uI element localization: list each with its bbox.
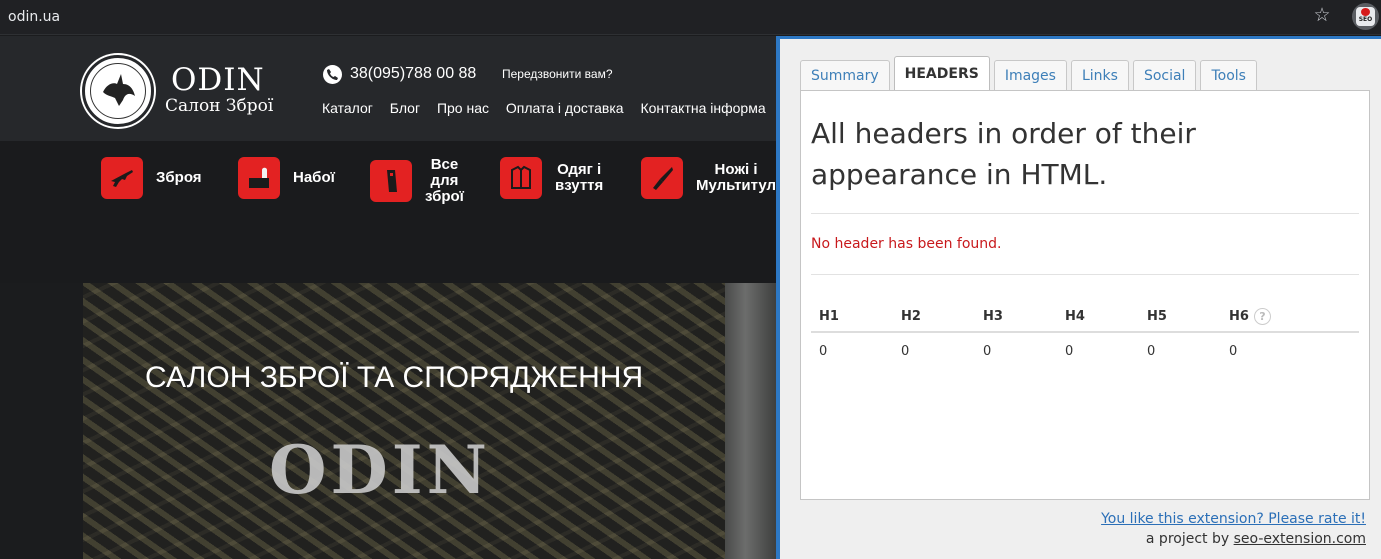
tab-social[interactable]: Social <box>1132 60 1197 90</box>
category-label-line: Все <box>430 156 459 173</box>
magazine-icon <box>370 160 412 202</box>
tab-links[interactable]: Links <box>1070 60 1129 90</box>
seo-extension-icon: SEO <box>1356 7 1375 26</box>
hero-logo-text: ODIN <box>269 431 491 509</box>
column-h1: H1 <box>811 302 893 333</box>
table-header-row: H1 H2 H3 H4 H5 H6? <box>811 302 1359 333</box>
column-h2: H2 <box>893 302 975 333</box>
column-h5: H5 <box>1139 302 1221 333</box>
main-nav: Каталог Блог Про нас Оплата і доставка К… <box>322 100 779 116</box>
tab-summary[interactable]: Summary <box>800 60 890 90</box>
project-credit: a project by seo-extension.com <box>1146 531 1366 547</box>
category-label: Зброя <box>156 169 202 186</box>
clothing-icon <box>500 157 542 199</box>
rifle-icon <box>101 157 143 199</box>
tab-bar: Summary HEADERS Images Links Social Tool… <box>800 56 1261 90</box>
star-icon[interactable]: ☆ <box>1311 5 1333 27</box>
help-icon[interactable]: ? <box>1253 308 1271 325</box>
count-h5: 0 <box>1147 343 1156 359</box>
category-label: Одяг і взуття <box>555 162 603 194</box>
nav-item-about[interactable]: Про нас <box>437 100 489 116</box>
category-bar: Зброя Набої Все для зброї Одяг і взуття … <box>0 141 776 283</box>
count-h6: 0 <box>1229 343 1238 359</box>
nav-item-payment-delivery[interactable]: Оплата і доставка <box>506 100 624 116</box>
category-accessories[interactable]: Все для зброї <box>370 157 464 205</box>
nav-item-contacts[interactable]: Контактна інформа <box>640 100 765 116</box>
count-h2: 0 <box>901 343 910 359</box>
column-h4: H4 <box>1057 302 1139 333</box>
category-label-line: Мультитул <box>696 177 777 194</box>
seo-extension-label: SEO <box>1358 16 1373 23</box>
category-label-line: взуття <box>555 177 604 194</box>
seo-extension-panel: Summary HEADERS Images Links Social Tool… <box>776 36 1381 559</box>
category-ammo[interactable]: Набої <box>238 157 335 199</box>
headers-content: All headers in order of their appearance… <box>800 90 1370 500</box>
project-prefix: a project by <box>1145 531 1230 547</box>
hero-background-image <box>83 283 776 559</box>
category-label: Все для зброї <box>425 157 464 205</box>
hero-side-image <box>725 283 776 559</box>
category-label-line: для <box>430 172 459 189</box>
category-clothing[interactable]: Одяг і взуття <box>500 157 603 199</box>
headers-title: All headers in order of their appearance… <box>811 117 1196 191</box>
knife-icon <box>641 157 683 199</box>
brand-name: ODIN <box>171 62 265 98</box>
tab-tools[interactable]: Tools <box>1200 60 1257 90</box>
phone-icon <box>323 65 342 84</box>
count-h4: 0 <box>1065 343 1074 359</box>
site-logo[interactable] <box>82 55 154 127</box>
raven-logo-icon <box>103 74 135 106</box>
panel-body: Summary HEADERS Images Links Social Tool… <box>780 39 1381 559</box>
no-header-message: No header has been found. <box>811 236 1002 252</box>
table-row: 0 0 0 0 0 0 <box>811 332 1359 369</box>
ammo-icon <box>238 157 280 199</box>
hero-banner[interactable]: САЛОН ЗБРОЇ ТА СПОРЯДЖЕННЯ ODIN <box>83 283 776 559</box>
address-bar-url[interactable]: odin.ua <box>8 9 60 25</box>
divider <box>811 213 1359 214</box>
tab-headers[interactable]: HEADERS <box>893 56 990 90</box>
nav-item-catalog[interactable]: Каталог <box>322 100 373 116</box>
category-label: Набої <box>293 169 335 186</box>
header-count-table: H1 H2 H3 H4 H5 H6? 0 0 0 0 0 0 <box>811 302 1359 369</box>
category-weapons[interactable]: Зброя <box>101 157 202 199</box>
hero-title: САЛОН ЗБРОЇ ТА СПОРЯДЖЕННЯ <box>145 361 644 394</box>
column-h6-label: H6 <box>1229 309 1249 324</box>
divider <box>811 274 1359 275</box>
site-header: ODIN Салон Зброї 38(095)788 00 88 Передз… <box>0 36 776 141</box>
project-link[interactable]: seo-extension.com <box>1234 531 1366 547</box>
phone-number[interactable]: 38(095)788 00 88 <box>350 65 476 83</box>
category-label-line: Одяг і <box>557 161 602 178</box>
count-h3: 0 <box>983 343 992 359</box>
category-label-line: Ножі і <box>714 161 758 178</box>
category-label: Ножі і Мультитул <box>696 162 776 194</box>
column-h6: H6? <box>1221 302 1359 333</box>
rate-extension-link[interactable]: You like this extension? Please rate it! <box>1101 511 1366 527</box>
callback-link[interactable]: Передзвонити вам? <box>502 67 613 81</box>
category-knives[interactable]: Ножі і Мультитул <box>641 157 776 199</box>
seo-extension-button[interactable]: SEO <box>1352 3 1379 30</box>
nav-item-blog[interactable]: Блог <box>390 100 420 116</box>
count-h1: 0 <box>819 343 828 359</box>
category-label-line: зброї <box>425 188 464 205</box>
brand-subtitle: Салон Зброї <box>165 96 274 116</box>
tab-images[interactable]: Images <box>993 60 1067 90</box>
column-h3: H3 <box>975 302 1057 333</box>
browser-toolbar: odin.ua ☆ SEO <box>0 0 1381 35</box>
